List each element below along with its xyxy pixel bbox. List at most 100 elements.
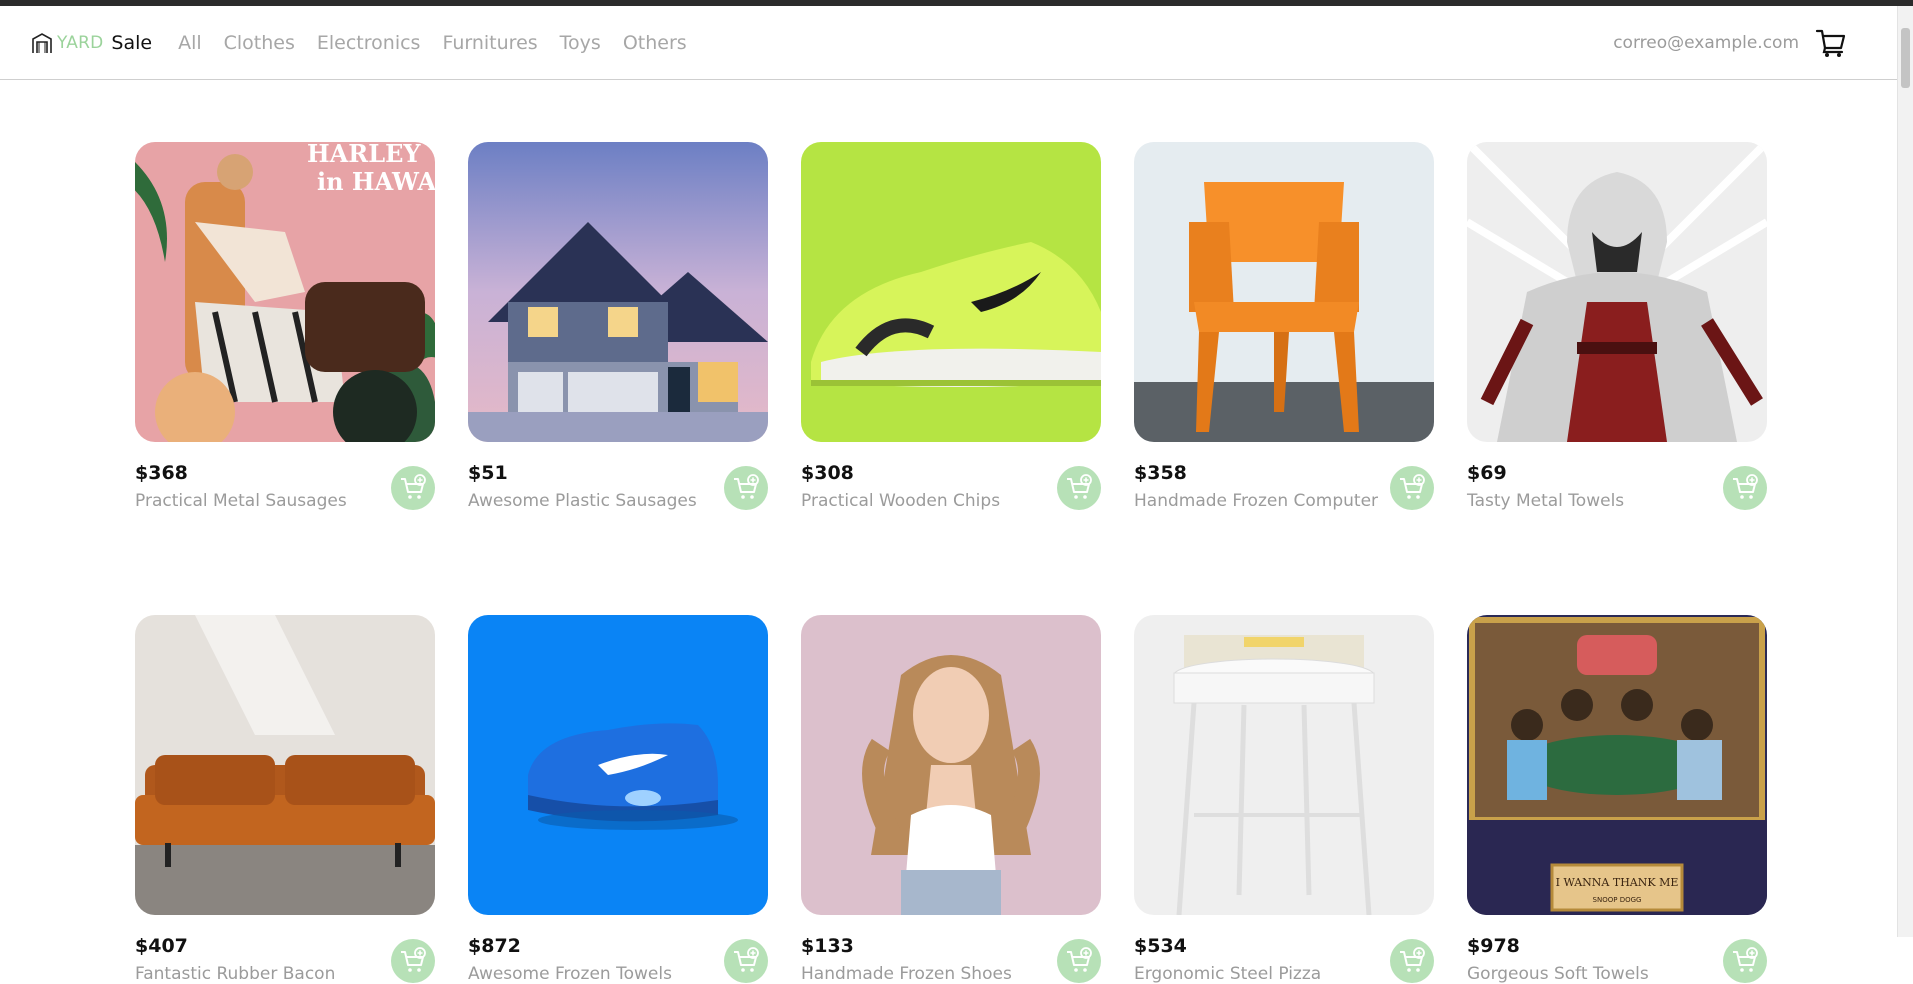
product-card[interactable]: $407 Fantastic Rubber Bacon xyxy=(135,615,435,984)
cart-add-icon xyxy=(734,947,759,972)
product-price: $69 xyxy=(1467,462,1507,484)
product-price: $872 xyxy=(468,935,521,957)
category-toys[interactable]: Toys xyxy=(560,32,601,54)
product-image-green-sneaker[interactable] xyxy=(801,142,1101,442)
cart-add-icon xyxy=(734,474,759,499)
product-image-orange-chair[interactable] xyxy=(1134,142,1434,442)
product-card[interactable]: $308 Practical Wooden Chips xyxy=(801,142,1101,511)
category-electronics[interactable]: Electronics xyxy=(317,32,421,54)
product-image-leather-sofa[interactable] xyxy=(135,615,435,915)
product-info: $308 Practical Wooden Chips xyxy=(801,464,1101,511)
product-card[interactable]: $534 Ergonomic Steel Pizza xyxy=(1134,615,1434,984)
vertical-scrollbar[interactable] xyxy=(1897,6,1913,937)
product-grid: HARLEY in HAWA $368 Practical Metal Saus… xyxy=(135,142,1767,984)
category-furnitures[interactable]: Furnitures xyxy=(442,32,537,54)
product-text: $407 Fantastic Rubber Bacon xyxy=(135,937,335,984)
cart-add-icon xyxy=(1400,947,1425,972)
add-to-cart-button[interactable] xyxy=(1057,939,1101,983)
product-image-house-exterior[interactable] xyxy=(468,142,768,442)
product-name: Practical Metal Sausages xyxy=(135,491,347,511)
product-info: $51 Awesome Plastic Sausages xyxy=(468,464,768,511)
scrollbar-thumb[interactable] xyxy=(1901,28,1910,88)
product-name: Gorgeous Soft Towels xyxy=(1467,964,1649,984)
category-nav: All Clothes Electronics Furnitures Toys … xyxy=(178,32,687,54)
add-to-cart-button[interactable] xyxy=(1390,466,1434,510)
product-text: $69 Tasty Metal Towels xyxy=(1467,462,1625,512)
add-to-cart-button[interactable] xyxy=(724,466,768,510)
cart-add-icon xyxy=(1733,947,1758,972)
product-name: Practical Wooden Chips xyxy=(801,491,1001,511)
add-to-cart-button[interactable] xyxy=(391,466,435,510)
cart-add-icon xyxy=(401,474,426,499)
product-card[interactable]: $872 Awesome Frozen Towels xyxy=(468,615,768,984)
product-price: $368 xyxy=(135,462,188,484)
cart-add-icon xyxy=(1733,474,1758,499)
product-info: $407 Fantastic Rubber Bacon xyxy=(135,937,435,984)
product-card[interactable]: I WANNA THANK ME SNOOP DOGG $978 Gorgeou… xyxy=(1467,615,1767,984)
product-text: $872 Awesome Frozen Towels xyxy=(468,937,672,984)
product-info: $872 Awesome Frozen Towels xyxy=(468,937,768,984)
add-to-cart-button[interactable] xyxy=(1390,939,1434,983)
product-info: $368 Practical Metal Sausages xyxy=(135,464,435,511)
product-name: Ergonomic Steel Pizza xyxy=(1134,964,1322,984)
product-text: $534 Ergonomic Steel Pizza xyxy=(1134,937,1321,984)
product-info: $978 Gorgeous Soft Towels xyxy=(1467,937,1767,984)
user-email[interactable]: correo@example.com xyxy=(1613,33,1799,53)
product-price: $133 xyxy=(801,935,854,957)
product-text: $358 Handmade Frozen Computer xyxy=(1134,462,1379,512)
product-info: $358 Handmade Frozen Computer xyxy=(1134,464,1434,511)
product-info: $69 Tasty Metal Towels xyxy=(1467,464,1767,511)
product-name: Fantastic Rubber Bacon xyxy=(135,964,336,984)
brand-yard: YARD xyxy=(57,32,104,53)
product-image-poker-painting[interactable]: I WANNA THANK ME SNOOP DOGG xyxy=(1467,615,1767,915)
product-name: Tasty Metal Towels xyxy=(1467,491,1625,511)
product-name: Awesome Plastic Sausages xyxy=(468,491,697,511)
product-card[interactable]: $51 Awesome Plastic Sausages xyxy=(468,142,768,511)
product-card[interactable]: $69 Tasty Metal Towels xyxy=(1467,142,1767,511)
product-image-white-stool-with-book[interactable] xyxy=(1134,615,1434,915)
product-text: $368 Practical Metal Sausages xyxy=(135,462,347,512)
brand[interactable]: YARD Sale xyxy=(30,31,152,55)
product-price: $534 xyxy=(1134,935,1187,957)
cart-add-icon xyxy=(1067,947,1092,972)
product-name: Awesome Frozen Towels xyxy=(468,964,672,984)
product-image-woman-portrait[interactable] xyxy=(801,615,1101,915)
product-info: $534 Ergonomic Steel Pizza xyxy=(1134,937,1434,984)
navbar: YARD Sale All Clothes Electronics Furnit… xyxy=(0,6,1913,80)
product-card[interactable]: $133 Handmade Frozen Shoes xyxy=(801,615,1101,984)
product-text: $51 Awesome Plastic Sausages xyxy=(468,462,697,512)
category-others[interactable]: Others xyxy=(623,32,687,54)
product-price: $358 xyxy=(1134,462,1187,484)
product-text: $133 Handmade Frozen Shoes xyxy=(801,937,1012,984)
poster-title-line2: in HAWA xyxy=(317,167,435,196)
brand-sale: Sale xyxy=(111,31,153,54)
cart-add-icon xyxy=(1067,474,1092,499)
category-all[interactable]: All xyxy=(178,32,202,54)
product-price: $51 xyxy=(468,462,508,484)
cart-add-icon xyxy=(401,947,426,972)
product-card[interactable]: HARLEY in HAWA $368 Practical Metal Saus… xyxy=(135,142,435,511)
add-to-cart-button[interactable] xyxy=(724,939,768,983)
product-name: Handmade Frozen Shoes xyxy=(801,964,1012,984)
add-to-cart-button[interactable] xyxy=(391,939,435,983)
painting-plaque-artist: SNOOP DOGG xyxy=(1593,896,1642,904)
product-image-motorcycle-fashion-poster[interactable]: HARLEY in HAWA xyxy=(135,142,435,442)
product-price: $308 xyxy=(801,462,854,484)
add-to-cart-button[interactable] xyxy=(1057,466,1101,510)
shopping-cart-icon[interactable] xyxy=(1815,27,1847,59)
product-price: $978 xyxy=(1467,935,1520,957)
product-info: $133 Handmade Frozen Shoes xyxy=(801,937,1101,984)
product-price: $407 xyxy=(135,935,188,957)
poster-title-line1: HARLEY xyxy=(307,142,421,168)
product-image-blue-sneaker[interactable] xyxy=(468,615,768,915)
add-to-cart-button[interactable] xyxy=(1723,939,1767,983)
nav-right: correo@example.com xyxy=(1613,27,1847,59)
product-text: $978 Gorgeous Soft Towels xyxy=(1467,937,1649,984)
product-name: Handmade Frozen Computer xyxy=(1134,491,1379,511)
product-image-hooded-assassin[interactable] xyxy=(1467,142,1767,442)
product-text: $308 Practical Wooden Chips xyxy=(801,462,1001,512)
barn-icon xyxy=(30,31,54,55)
category-clothes[interactable]: Clothes xyxy=(224,32,295,54)
product-card[interactable]: $358 Handmade Frozen Computer xyxy=(1134,142,1434,511)
add-to-cart-button[interactable] xyxy=(1723,466,1767,510)
